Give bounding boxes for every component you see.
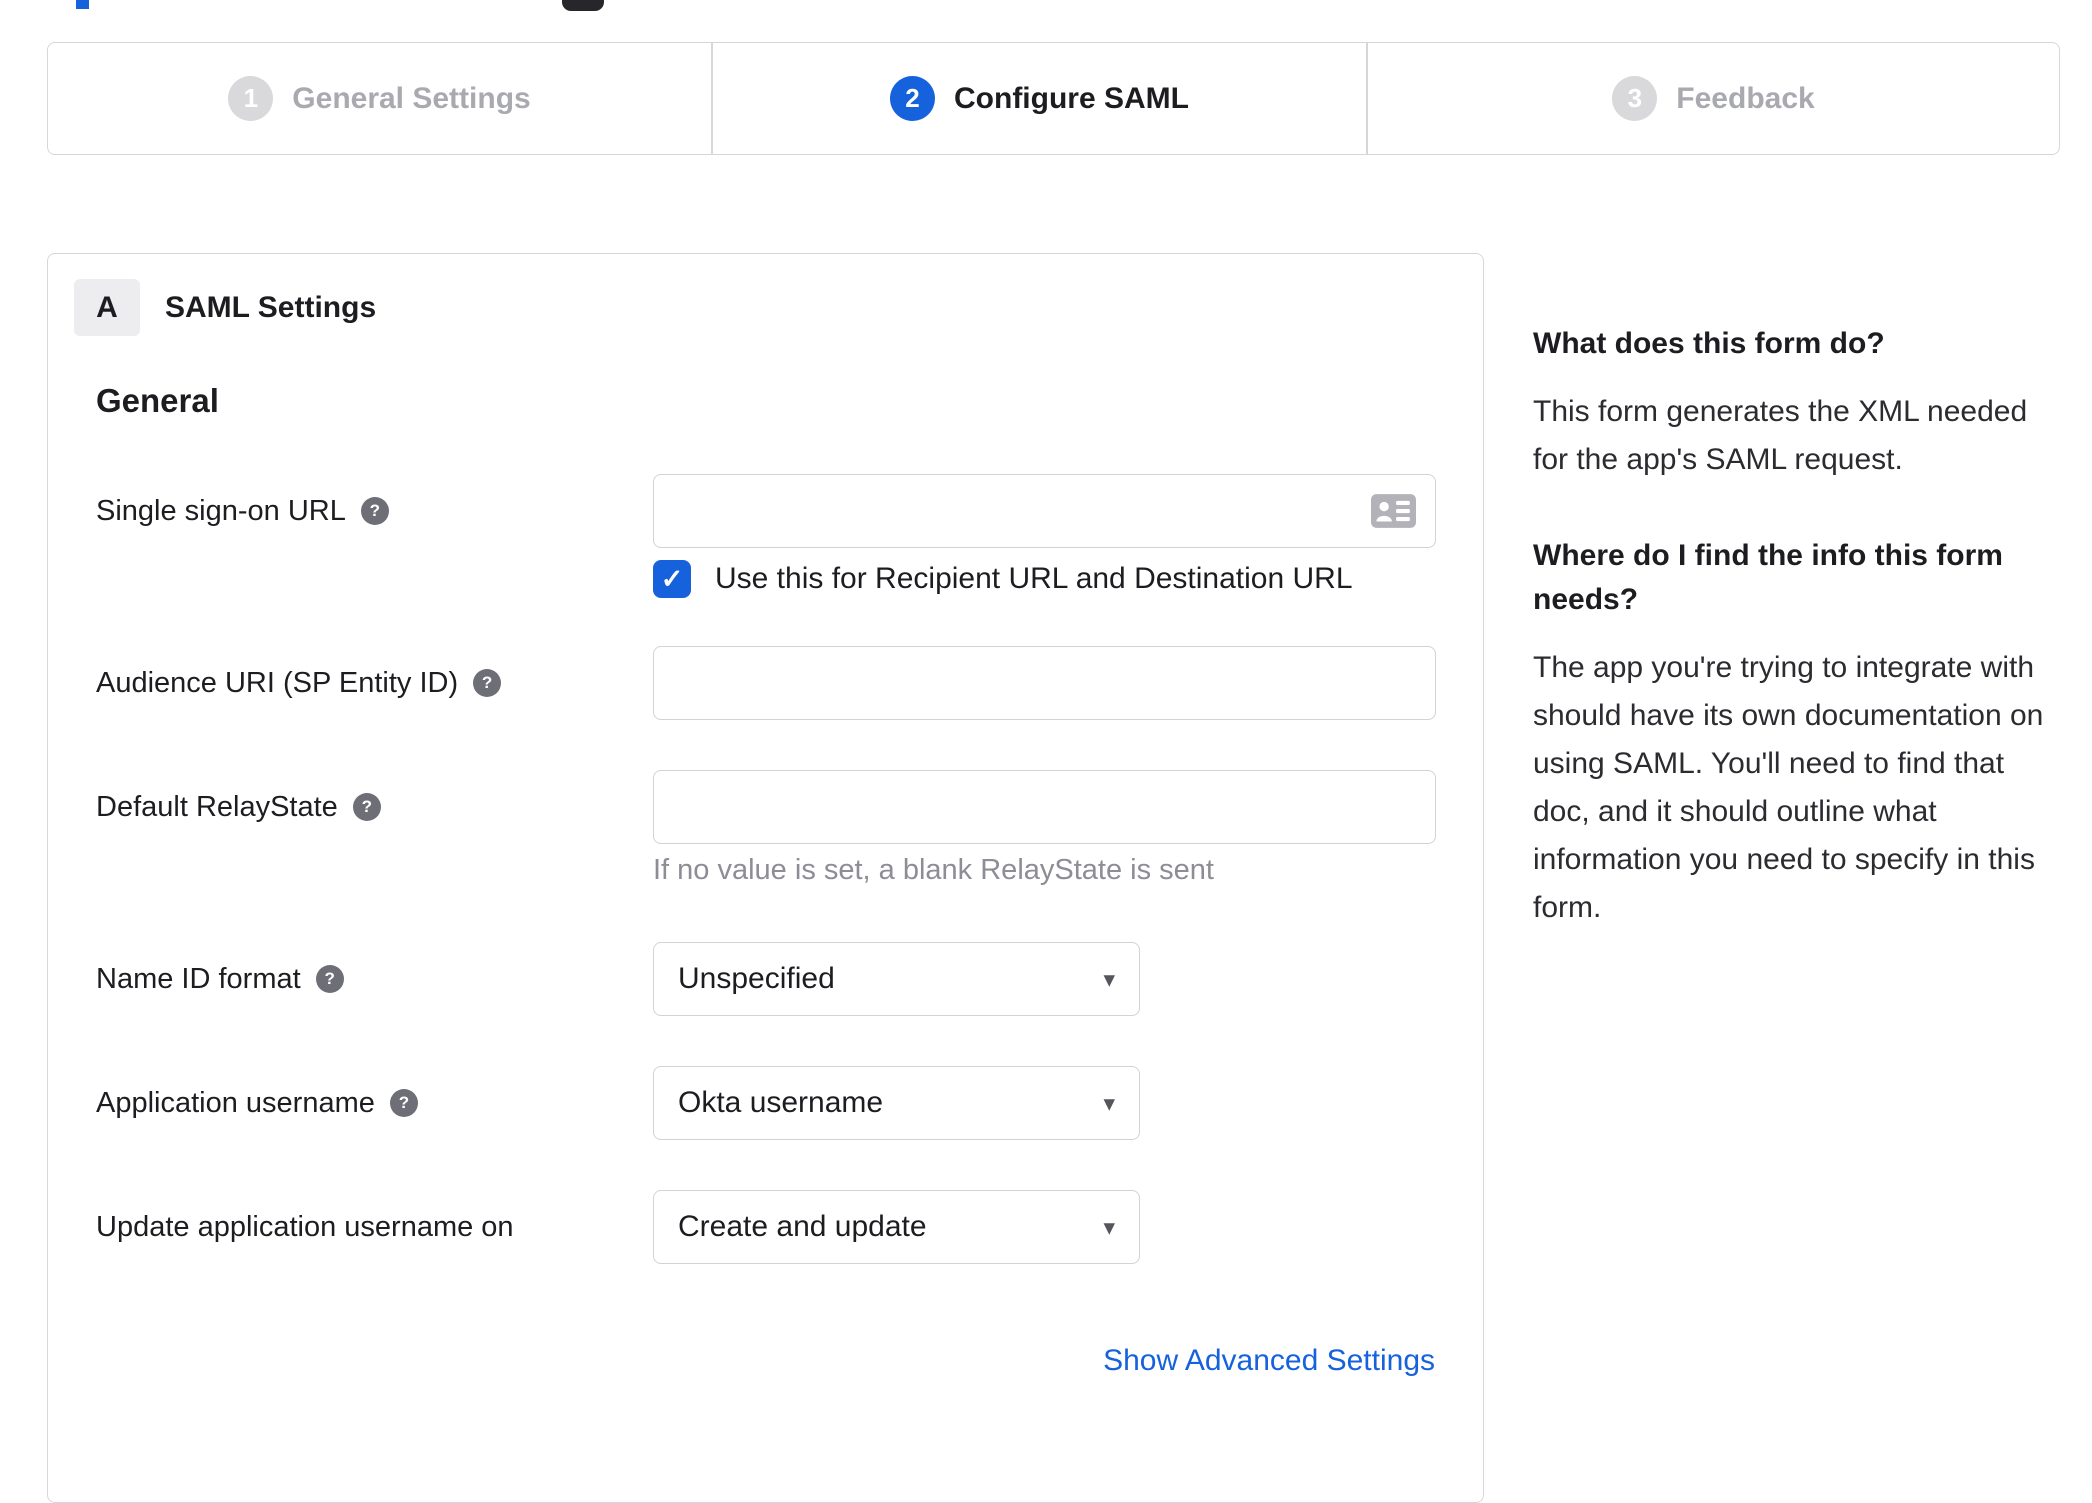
recipient-url-checkbox[interactable]: ✓ [653, 560, 691, 598]
label-single-sign-on-url: Single sign-on URL ? [96, 474, 389, 548]
help-icon-default-relaystate[interactable]: ? [352, 793, 381, 821]
recipient-url-checkbox-label: Use this for Recipient URL and Destinati… [715, 562, 1353, 595]
general-group-heading: General [96, 382, 219, 419]
help-heading-what: What does this form do? [1533, 327, 1885, 360]
default-relaystate-input[interactable] [653, 770, 1436, 844]
step-general-settings[interactable]: 1 General Settings [48, 43, 711, 154]
name-id-format-select[interactable]: Unspecified ▾ [653, 942, 1140, 1016]
step-label: General Settings [292, 81, 531, 115]
application-username-select[interactable]: Okta username ▾ [653, 1066, 1140, 1140]
help-icon-name-id-format[interactable]: ? [315, 965, 344, 993]
select-value: Unspecified [678, 962, 835, 995]
cutoff-blue-fragment [76, 0, 89, 9]
label-text: Single sign-on URL [96, 494, 346, 527]
step-number-badge: 2 [890, 76, 935, 121]
label-text: Default RelayState [96, 790, 338, 823]
configure-saml-page: { "page": { "accent_color": "#1662dd", "… [0, 0, 2092, 1503]
label-name-id-format: Name ID format ? [96, 942, 344, 1016]
show-advanced-settings-link[interactable]: Show Advanced Settings [1103, 1344, 1435, 1378]
select-value: Create and update [678, 1210, 927, 1243]
step-number-badge: 1 [228, 76, 274, 121]
chevron-down-icon: ▾ [1103, 965, 1115, 992]
help-icon-application-username[interactable]: ? [389, 1089, 418, 1117]
section-title: SAML Settings [165, 290, 377, 324]
label-text: Name ID format [96, 962, 301, 995]
label-application-username: Application username ? [96, 1066, 418, 1140]
step-number-badge: 3 [1612, 76, 1658, 121]
saml-settings-card: A SAML Settings General Single sign-on U… [47, 253, 1484, 1503]
recipient-url-checkbox-row: ✓ Use this for Recipient URL and Destina… [653, 560, 1353, 598]
label-default-relaystate: Default RelayState ? [96, 770, 381, 844]
label-text: Update application username on [96, 1210, 514, 1243]
update-application-username-select[interactable]: Create and update ▾ [653, 1190, 1140, 1264]
help-body-where: The app you're trying to integrate with … [1533, 651, 2044, 924]
help-body-what: This form generates the XML needed for t… [1533, 395, 2028, 476]
audience-uri-input[interactable] [653, 646, 1436, 720]
step-configure-saml[interactable]: 2 Configure SAML [713, 43, 1366, 154]
relaystate-helper-text: If no value is set, a blank RelayState i… [653, 854, 1214, 886]
help-icon-audience-uri[interactable]: ? [473, 669, 502, 697]
label-text: Application username [96, 1086, 375, 1119]
contact-autofill-icon[interactable] [1371, 494, 1416, 528]
select-value: Okta username [678, 1086, 884, 1119]
step-label: Configure SAML [954, 81, 1189, 115]
step-feedback[interactable]: 3 Feedback [1368, 43, 2059, 154]
label-text: Audience URI (SP Entity ID) [96, 666, 459, 699]
cutoff-dark-fragment [562, 0, 604, 11]
label-audience-uri: Audience URI (SP Entity ID) ? [96, 646, 502, 720]
wizard-stepper: 1 General Settings 2 Configure SAML 3 Fe… [47, 42, 2060, 155]
chevron-down-icon: ▾ [1103, 1089, 1115, 1116]
single-sign-on-url-field-wrap [653, 474, 1436, 548]
help-icon-single-sign-on-url[interactable]: ? [360, 497, 389, 525]
label-update-application-username: Update application username on [96, 1190, 514, 1264]
chevron-down-icon: ▾ [1103, 1213, 1115, 1240]
section-badge: A [74, 279, 140, 336]
help-heading-where: Where do I find the info this form needs… [1533, 539, 2003, 616]
single-sign-on-url-input[interactable] [653, 474, 1436, 548]
help-panel: What does this form do? This form genera… [1533, 322, 2073, 982]
step-label: Feedback [1676, 81, 1815, 115]
